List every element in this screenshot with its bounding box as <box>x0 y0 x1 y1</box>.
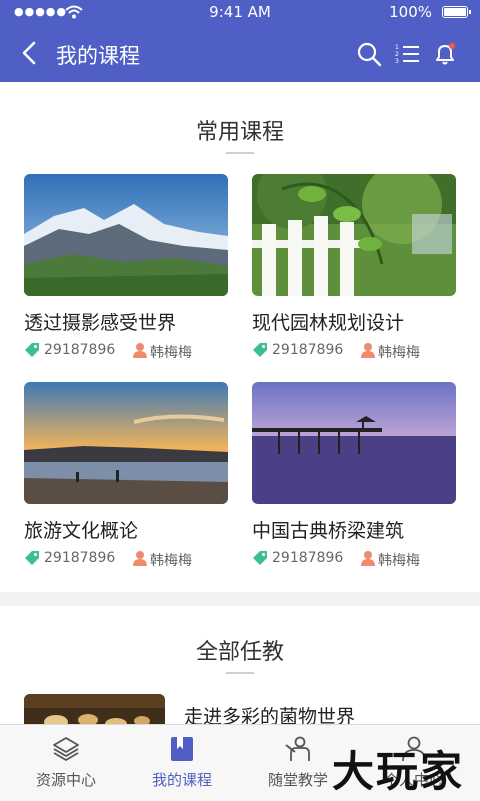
svg-text:3: 3 <box>395 58 399 65</box>
course-card[interactable]: 中国古典桥梁建筑 29187896 韩梅梅 <box>252 382 456 572</box>
numbered-list-icon[interactable]: 1 2 3 <box>394 41 420 67</box>
tab-label: 我的课程 <box>151 771 212 789</box>
course-name: 中国古典桥梁建筑 <box>252 520 405 542</box>
course-image-beach <box>24 382 228 504</box>
user-icon <box>133 343 147 358</box>
course-name: 透过摄影感受世界 <box>24 312 177 334</box>
battery-icon <box>442 6 471 18</box>
top-navbar: 我的课程 1 2 3 <box>0 26 480 82</box>
course-image-mountain <box>24 174 228 296</box>
watermark-text: 大玩家 <box>332 747 465 796</box>
course-name: 现代园林规划设计 <box>252 312 405 334</box>
tab-resource-center[interactable]: 资源中心 <box>6 725 126 801</box>
course-image-pier <box>252 382 456 504</box>
section-divider <box>226 672 254 674</box>
section-title: 全部任教 <box>195 640 284 665</box>
status-bar: ●●●●● 9:41 AM 100% <box>0 0 480 26</box>
back-arrow-icon[interactable] <box>18 40 44 66</box>
course-card[interactable]: 透过摄影感受世界 29187896 韩梅梅 <box>24 174 228 364</box>
course-count: 29187896 <box>272 550 344 566</box>
tag-icon <box>253 551 267 565</box>
course-card[interactable]: 旅游文化概论 29187896 韩梅梅 <box>24 382 228 572</box>
course-name: 旅游文化概论 <box>24 520 139 542</box>
svg-text:2: 2 <box>395 51 399 58</box>
course-count: 29187896 <box>44 342 116 358</box>
user-icon <box>361 343 375 358</box>
course-meta: 29187896 韩梅梅 <box>24 342 234 361</box>
course-author: 韩梅梅 <box>150 345 192 361</box>
user-icon <box>361 551 375 566</box>
layers-icon <box>53 737 79 761</box>
course-count: 29187896 <box>44 550 116 566</box>
course-author: 韩梅梅 <box>378 345 420 361</box>
section-divider <box>226 152 254 154</box>
tab-my-courses[interactable]: 我的课程 <box>122 725 242 801</box>
bookmark-book-icon <box>171 737 193 761</box>
course-meta: 29187896 韩梅梅 <box>252 550 462 569</box>
tag-icon <box>253 343 267 357</box>
common-courses-section: 常用课程 透过摄影感受世界 29187896 韩梅梅 现代园林规划设计 2918… <box>0 82 480 592</box>
course-meta: 29187896 韩梅梅 <box>252 342 462 361</box>
tab-label: 资源中心 <box>35 771 96 789</box>
teacher-icon <box>285 736 310 761</box>
course-count: 29187896 <box>272 342 344 358</box>
svg-text:1: 1 <box>395 44 399 51</box>
battery-percent: 100% <box>389 3 432 21</box>
course-image-garden <box>252 174 456 296</box>
tag-icon <box>25 343 39 357</box>
notification-bell-icon[interactable] <box>432 41 458 67</box>
user-icon <box>133 551 147 566</box>
search-icon[interactable] <box>356 41 382 67</box>
section-title: 常用课程 <box>195 120 284 145</box>
tag-icon <box>25 551 39 565</box>
course-card[interactable]: 现代园林规划设计 29187896 韩梅梅 <box>252 174 456 364</box>
course-author: 韩梅梅 <box>378 553 420 569</box>
course-meta: 29187896 韩梅梅 <box>24 550 234 569</box>
course-author: 韩梅梅 <box>150 553 192 569</box>
page-title: 我的课程 <box>56 44 140 68</box>
